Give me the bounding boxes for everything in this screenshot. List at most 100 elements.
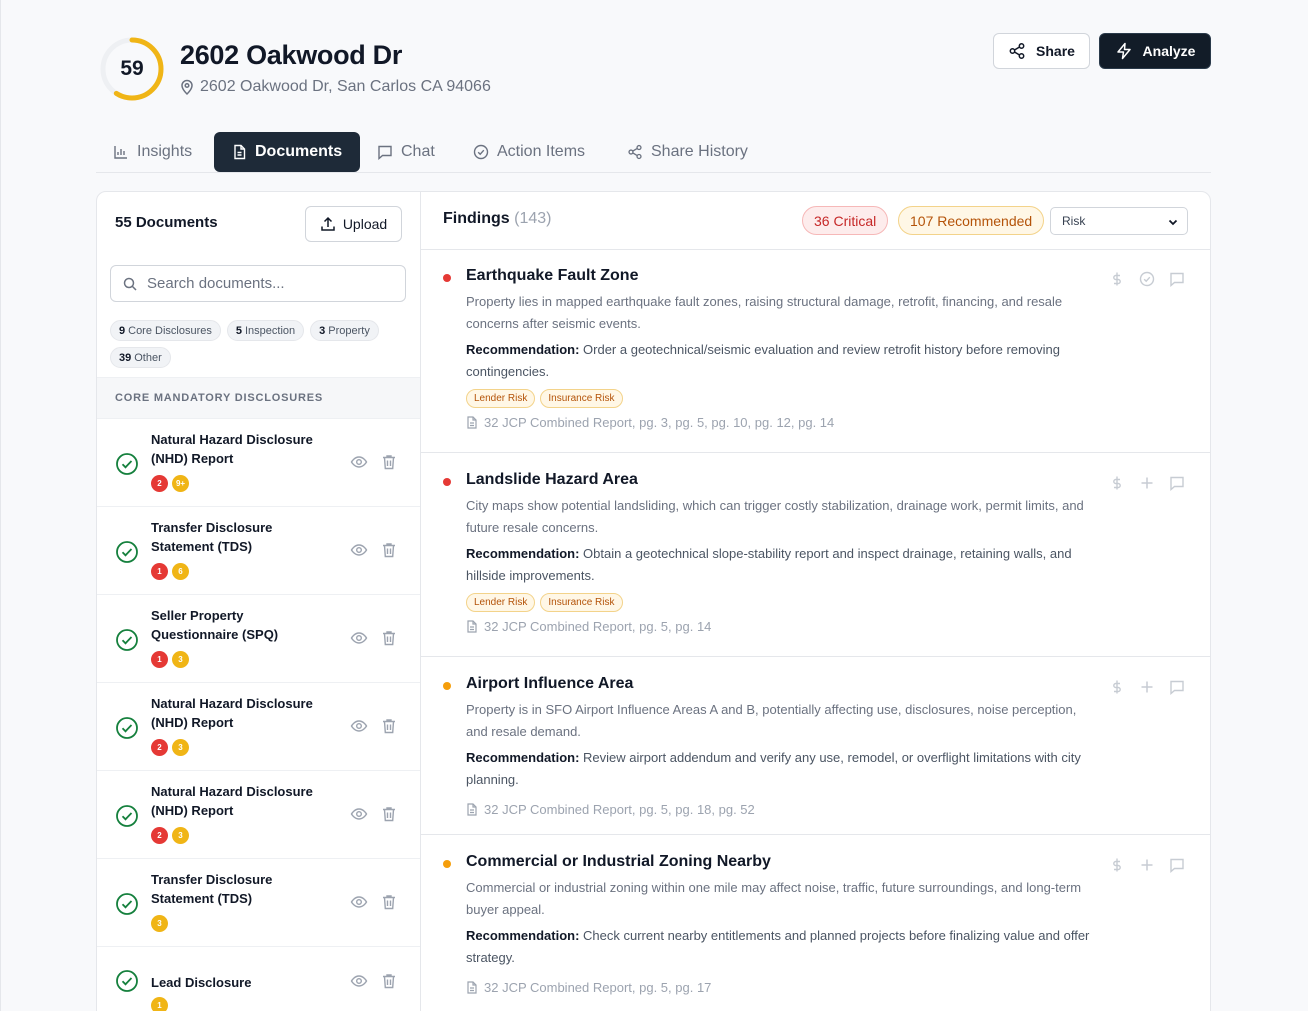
chevron-down-icon bbox=[1168, 219, 1178, 226]
view-document-button[interactable] bbox=[350, 453, 368, 476]
chip-core-disclosures[interactable]: 9 Core Disclosures bbox=[110, 320, 221, 341]
document-row[interactable]: Lead Disclosure 1 bbox=[97, 947, 420, 1011]
tab-insights[interactable]: Insights bbox=[113, 132, 192, 172]
view-document-button[interactable] bbox=[350, 805, 368, 828]
comment-button[interactable] bbox=[1169, 475, 1185, 492]
tab-share-history[interactable]: Share History bbox=[627, 132, 748, 172]
upload-label: Upload bbox=[342, 216, 388, 232]
finding-description: Property lies in mapped earthquake fault… bbox=[466, 294, 1063, 331]
view-document-button[interactable] bbox=[350, 972, 368, 995]
finding-source[interactable]: 32 JCP Combined Report, pg. 5, pg. 17 bbox=[466, 980, 711, 995]
document-row[interactable]: Seller Property Questionnaire (SPQ) 1 3 bbox=[97, 595, 420, 683]
source-text: 32 JCP Combined Report, pg. 3, pg. 5, pg… bbox=[484, 415, 835, 430]
document-name: Transfer Disclosure Statement (TDS) bbox=[151, 520, 273, 554]
document-name: Natural Hazard Disclosure (NHD) Report bbox=[151, 432, 313, 466]
severity-dot bbox=[443, 274, 451, 282]
finding-recommendation: Recommendation: Order a geotechnical/sei… bbox=[466, 339, 1091, 383]
action-item-added-button[interactable] bbox=[1139, 271, 1155, 287]
comment-button[interactable] bbox=[1169, 679, 1185, 696]
comment-icon bbox=[1170, 858, 1184, 874]
upload-button[interactable]: Upload bbox=[305, 206, 402, 242]
search-input[interactable] bbox=[147, 275, 387, 292]
share-icon bbox=[628, 144, 642, 160]
tab-documents[interactable]: Documents bbox=[214, 132, 361, 172]
finding-source[interactable]: 32 JCP Combined Report, pg. 3, pg. 5, pg… bbox=[466, 415, 834, 430]
section-header: CORE MANDATORY DISCLOSURES bbox=[97, 377, 420, 419]
score-value: 59 bbox=[120, 57, 144, 80]
recommended-filter-pill[interactable]: 107 Recommended bbox=[898, 206, 1045, 235]
document-row[interactable]: Transfer Disclosure Statement (TDS) 3 bbox=[97, 859, 420, 947]
finding-tags: Lender Risk Insurance Risk bbox=[466, 593, 623, 612]
delete-document-button[interactable] bbox=[380, 453, 398, 476]
source-text: 32 JCP Combined Report, pg. 5, pg. 18, p… bbox=[484, 802, 755, 817]
delete-document-button[interactable] bbox=[380, 805, 398, 828]
findings-count: (143) bbox=[514, 210, 552, 227]
delete-document-button[interactable] bbox=[380, 893, 398, 916]
chip-other[interactable]: 39 Other bbox=[110, 347, 171, 368]
trash-icon bbox=[383, 543, 395, 558]
recommendation-label: Recommendation: bbox=[466, 928, 580, 943]
tab-label: Documents bbox=[255, 143, 343, 160]
add-action-item-button[interactable] bbox=[1139, 679, 1155, 695]
main-panel: 55 Documents Upload 9Core Disclosures 5I… bbox=[96, 191, 1211, 1011]
view-document-button[interactable] bbox=[350, 893, 368, 916]
document-row[interactable]: Transfer Disclosure Statement (TDS) 1 6 bbox=[97, 507, 420, 595]
finding-title: Airport Influence Area bbox=[466, 675, 634, 692]
document-row[interactable]: Natural Hazard Disclosure (NHD) Report 2 3 bbox=[97, 683, 420, 771]
document-badges: 13 bbox=[151, 651, 189, 668]
delete-document-button[interactable] bbox=[380, 972, 398, 995]
analyze-button[interactable]: Analyze bbox=[1099, 33, 1211, 69]
eye-icon bbox=[350, 975, 368, 987]
view-document-button[interactable] bbox=[350, 629, 368, 652]
comment-button[interactable] bbox=[1169, 857, 1185, 874]
delete-document-button[interactable] bbox=[380, 629, 398, 652]
finding-source[interactable]: 32 JCP Combined Report, pg. 5, pg. 18, p… bbox=[466, 802, 755, 817]
view-document-button[interactable] bbox=[350, 541, 368, 564]
document-icon bbox=[467, 981, 477, 994]
status-check bbox=[115, 892, 139, 921]
cost-button[interactable] bbox=[1109, 475, 1125, 491]
risk-tag: Insurance Risk bbox=[540, 389, 623, 408]
critical-count-badge: 2 bbox=[151, 475, 168, 492]
finding-actions bbox=[1109, 475, 1185, 492]
recommendation-label: Recommendation: bbox=[466, 342, 580, 357]
document-name: Lead Disclosure bbox=[151, 975, 252, 990]
tab-action-items[interactable]: Action Items bbox=[473, 132, 585, 172]
findings-title: Findings (143) bbox=[443, 210, 551, 228]
document-row[interactable]: Natural Hazard Disclosure (NHD) Report 2 9… bbox=[97, 419, 420, 507]
finding-card[interactable]: Commercial or Industrial Zoning Nearby Co… bbox=[421, 835, 1210, 1011]
eye-icon bbox=[350, 456, 368, 468]
comment-button[interactable] bbox=[1169, 271, 1185, 288]
add-action-item-button[interactable] bbox=[1139, 857, 1155, 873]
cost-button[interactable] bbox=[1109, 857, 1125, 873]
finding-title: Landslide Hazard Area bbox=[466, 471, 638, 488]
cost-button[interactable] bbox=[1109, 679, 1125, 695]
finding-card[interactable]: Earthquake Fault Zone Property lies in ma… bbox=[421, 249, 1210, 453]
findings-title-text: Findings bbox=[443, 210, 510, 227]
trash-icon bbox=[383, 719, 395, 734]
view-document-button[interactable] bbox=[350, 717, 368, 740]
delete-document-button[interactable] bbox=[380, 717, 398, 740]
tab-chat[interactable]: Chat bbox=[377, 132, 435, 172]
recommended-count-badge: 3 bbox=[172, 651, 189, 668]
document-badges: 16 bbox=[151, 563, 189, 580]
finding-card[interactable]: Airport Influence Area Property is in SFO… bbox=[421, 657, 1210, 835]
page-title: 2602 Oakwood Dr bbox=[180, 40, 403, 70]
tab-label: Action Items bbox=[497, 143, 586, 160]
severity-dot bbox=[443, 860, 451, 868]
sort-select[interactable]: Risk bbox=[1050, 207, 1188, 235]
critical-filter-pill[interactable]: 36 Critical bbox=[802, 206, 889, 235]
trash-icon bbox=[383, 974, 395, 989]
finding-source[interactable]: 32 JCP Combined Report, pg. 5, pg. 14 bbox=[466, 619, 711, 634]
delete-document-button[interactable] bbox=[380, 541, 398, 564]
eye-icon bbox=[350, 808, 368, 820]
add-action-item-button[interactable] bbox=[1139, 475, 1155, 491]
cost-button[interactable] bbox=[1109, 271, 1125, 287]
source-text: 32 JCP Combined Report, pg. 5, pg. 17 bbox=[484, 980, 712, 995]
chip-property[interactable]: 3 Property bbox=[310, 320, 379, 341]
document-row[interactable]: Natural Hazard Disclosure (NHD) Report 2 3 bbox=[97, 771, 420, 859]
document-name: Natural Hazard Disclosure (NHD) Report bbox=[151, 784, 313, 818]
share-button[interactable]: Share bbox=[993, 33, 1090, 69]
chip-inspection[interactable]: 5 Inspection bbox=[226, 320, 305, 341]
finding-card[interactable]: Landslide Hazard Area City maps show pote… bbox=[421, 453, 1210, 657]
